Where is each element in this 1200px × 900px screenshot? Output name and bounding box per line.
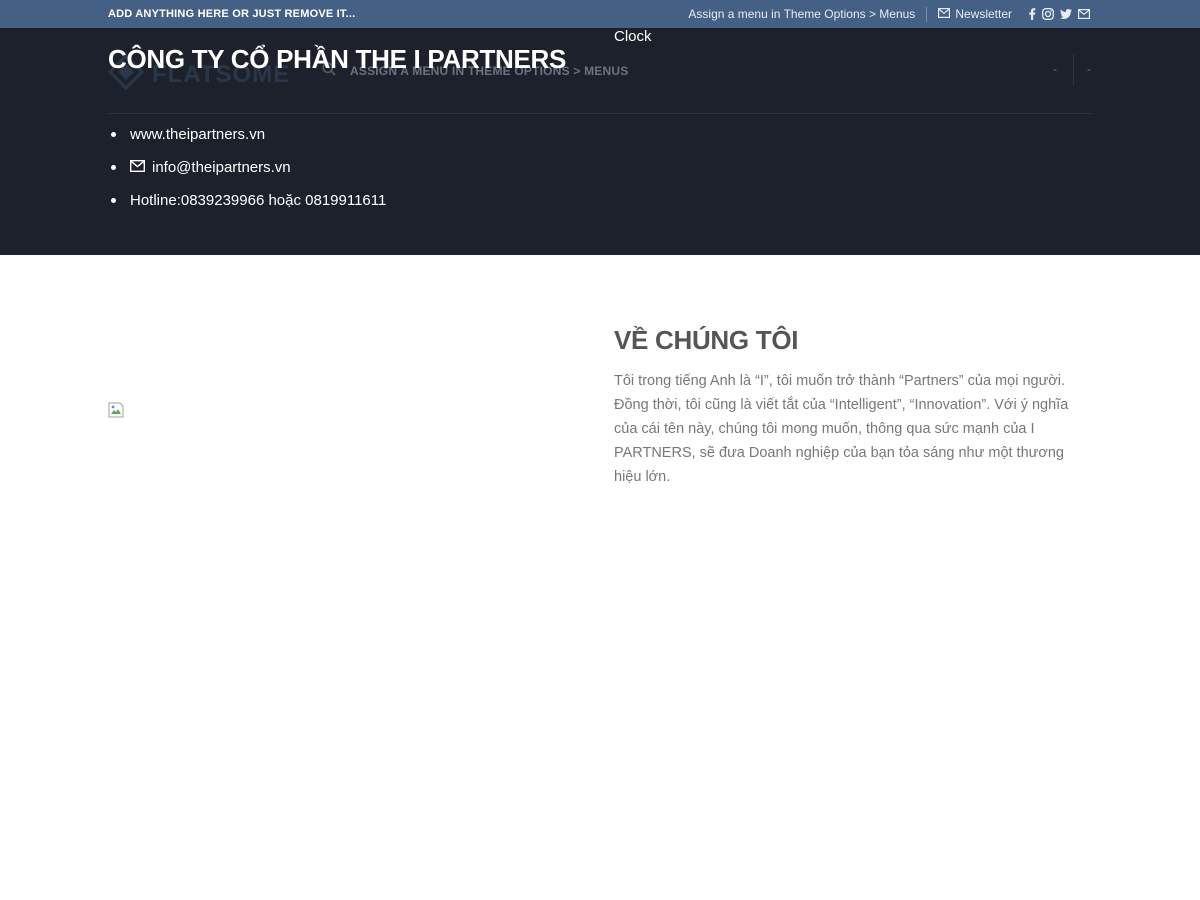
newsletter-link[interactable]: Newsletter: [938, 7, 1012, 21]
twitter-icon[interactable]: [1060, 9, 1072, 19]
social-icons: [1028, 8, 1090, 20]
website-link[interactable]: www.theipartners.vn: [130, 124, 265, 146]
contact-hotline: Hotline:0839239966 hoặc 0819911611: [108, 184, 386, 217]
envelope-icon: [129, 157, 146, 179]
top-bar-text: ADD ANYTHING HERE OR JUST REMOVE IT...: [108, 8, 356, 20]
ghost-menu-dash-right[interactable]: -: [1087, 62, 1091, 76]
contact-list: www.theipartners.vn info@theipartners.vn…: [108, 118, 386, 217]
contact-website: www.theipartners.vn: [108, 118, 386, 151]
newsletter-label: Newsletter: [955, 7, 1012, 21]
ghost-menu-dash-left[interactable]: -: [1053, 62, 1057, 76]
header-divider: [108, 113, 1092, 114]
email-link[interactable]: info@theipartners.vn: [129, 157, 291, 179]
ghost-divider: [1073, 54, 1074, 86]
hotline-text: Hotline:0839239966 hoặc 0819911611: [130, 191, 387, 209]
about-paragraph: Tôi trong tiếng Anh là “I”, tôi muốn trở…: [614, 373, 1069, 485]
site-header: FLATSOME ASSIGN A MENU IN THEME OPTIONS …: [0, 28, 1200, 255]
facebook-icon[interactable]: [1028, 8, 1036, 20]
envelope-icon: [938, 7, 951, 21]
about-heading: VỀ CHÚNG TÔI: [614, 325, 799, 355]
instagram-icon[interactable]: [1042, 8, 1054, 20]
top-menu-hint-link[interactable]: Assign a menu in Theme Options > Menus: [688, 7, 915, 21]
company-title: CÔNG TY CỔ PHẦN THE I PARTNERS: [108, 44, 567, 74]
email-text: info@theipartners.vn: [152, 158, 291, 176]
top-bar: ADD ANYTHING HERE OR JUST REMOVE IT... A…: [0, 0, 1200, 28]
top-bar-right: Assign a menu in Theme Options > Menus N…: [688, 0, 1090, 28]
email-icon[interactable]: [1078, 9, 1090, 19]
top-bar-divider: [926, 6, 928, 22]
contact-email: info@theipartners.vn: [108, 151, 386, 184]
clock-label: Clock: [614, 28, 652, 45]
broken-image-icon: [108, 402, 124, 418]
